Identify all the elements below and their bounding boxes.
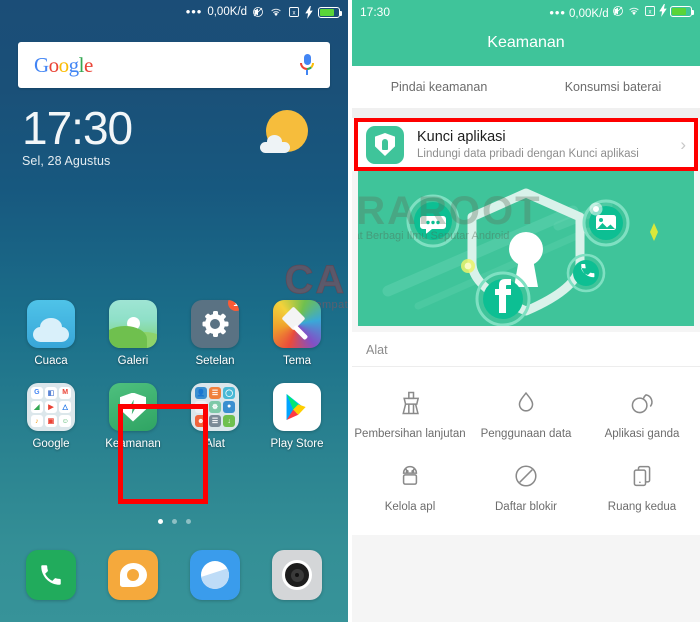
mute-icon	[612, 5, 624, 17]
weather-sun-cloud-icon	[260, 110, 308, 156]
section-gap	[352, 108, 700, 118]
highlight-box-kunci-aplikasi	[354, 118, 698, 171]
notification-dots-icon: •••	[185, 4, 203, 19]
google-logo: Google	[34, 52, 93, 77]
status-clock: 17:30	[360, 5, 391, 19]
security-status-bar: 17:30 ••• 0,00K/d x	[352, 0, 700, 24]
tool-aplikasi-ganda[interactable]: Aplikasi ganda	[584, 389, 700, 440]
shield-illustration: CARAROOT Tempat Berbagi Ilmu Seputar And…	[358, 171, 694, 326]
tab-konsumsi-baterai[interactable]: Konsumsi baterai	[526, 80, 700, 94]
home-status-bar: ••• 0,00K/d x	[0, 0, 348, 24]
home-screen-panel: ••• 0,00K/d x Google 17:30 Sel, 28 Agust…	[0, 0, 348, 622]
app-galeri[interactable]: Galeri	[92, 300, 174, 367]
app-tema[interactable]: Tema	[256, 300, 338, 367]
dock-browser-icon[interactable]	[190, 550, 240, 600]
tool-kelola-apl[interactable]: Kelola apl	[352, 462, 468, 513]
tools-grid: Pembersihan lanjutan Penggunaan data Apl…	[352, 367, 700, 535]
no-sim-icon: x	[288, 6, 300, 18]
gallery-app-icon	[109, 300, 157, 348]
highlight-box-keamanan	[118, 404, 208, 504]
app-cuaca[interactable]: Cuaca	[10, 300, 92, 367]
clock-date: Sel, 28 Agustus	[22, 154, 111, 168]
page-dot-3[interactable]	[185, 519, 191, 524]
microphone-icon[interactable]	[300, 54, 314, 76]
notification-badge: 1	[228, 300, 239, 311]
app-label: Google	[32, 438, 70, 450]
svg-text:x: x	[648, 9, 651, 15]
google-search-widget[interactable]: Google	[18, 42, 330, 88]
shield-illustration-svg	[382, 188, 658, 326]
themes-app-icon	[273, 300, 321, 348]
weather-app-icon	[27, 300, 75, 348]
tool-label: Kelola apl	[384, 501, 436, 513]
tool-label: Ruang kedua	[607, 501, 677, 513]
dual-apps-icon	[631, 394, 653, 414]
svg-text:x: x	[293, 10, 296, 16]
app-setelan[interactable]: 1 Setelan	[174, 300, 256, 367]
tool-label: Daftar blokir	[495, 501, 557, 513]
charging-icon	[659, 4, 667, 17]
charging-icon	[305, 5, 313, 19]
home-dock	[0, 550, 348, 600]
tool-label: Pembersihan lanjutan	[354, 428, 466, 440]
tool-pembersihan-lanjutan[interactable]: Pembersihan lanjutan	[352, 389, 468, 440]
tool-penggunaan-data[interactable]: Penggunaan data	[468, 389, 584, 440]
tool-label: Aplikasi ganda	[604, 428, 680, 440]
network-speed-label: 0,00K/d	[207, 6, 247, 18]
page-dot-1[interactable]	[157, 519, 163, 524]
app-label: Alat	[205, 438, 225, 450]
security-tabs: Pindai keamanan Konsumsi baterai	[352, 66, 700, 108]
tool-label: Penggunaan data	[480, 428, 572, 440]
watermark-main: CARAROOT	[284, 258, 348, 303]
tab-pindai-keamanan[interactable]: Pindai keamanan	[352, 80, 526, 94]
dual-screenshot: ••• 0,00K/d x Google 17:30 Sel, 28 Agust…	[0, 0, 700, 622]
network-speed-label: 0,00K/d	[569, 8, 609, 20]
wifi-icon	[269, 6, 283, 18]
second-space-icon	[633, 465, 651, 487]
page-indicator[interactable]	[0, 519, 348, 524]
tools-row-1: Pembersihan lanjutan Penggunaan data Apl…	[352, 381, 700, 454]
dock-phone-icon[interactable]	[26, 550, 76, 600]
no-sim-icon: x	[644, 5, 656, 17]
app-label: Play Store	[270, 438, 324, 450]
google-folder-icon: G ◧ M ◢ ▶ △ ♪ ▣ ☺	[27, 383, 75, 431]
app-google-folder[interactable]: G ◧ M ◢ ▶ △ ♪ ▣ ☺ Google	[10, 383, 92, 450]
app-row-1: Cuaca Galeri 1 Setelan Tema	[0, 300, 348, 367]
tools-row-2: Kelola apl Daftar blokir Ruang kedua	[352, 454, 700, 527]
dock-messages-icon[interactable]	[108, 550, 158, 600]
tool-ruang-kedua[interactable]: Ruang kedua	[584, 462, 700, 513]
android-robot-icon	[402, 465, 418, 485]
battery-icon	[318, 6, 343, 18]
clock-weather-widget[interactable]: 17:30 Sel, 28 Agustus	[22, 104, 348, 168]
battery-icon	[670, 6, 695, 17]
notification-dots-icon: •••	[549, 5, 566, 20]
kunci-aplikasi-card-wrap: Kunci aplikasi Lindungi data pribadi den…	[352, 118, 700, 171]
app-label: Setelan	[195, 355, 235, 367]
app-label: Cuaca	[34, 355, 68, 367]
security-header: 17:30 ••• 0,00K/d x Keamanan	[352, 0, 700, 66]
wifi-icon	[627, 5, 641, 17]
app-label: Tema	[282, 355, 312, 367]
play-store-icon	[273, 383, 321, 431]
app-label: Galeri	[117, 355, 149, 367]
page-dot-2[interactable]	[171, 519, 177, 524]
tool-daftar-blokir[interactable]: Daftar blokir	[468, 462, 584, 513]
mute-icon	[252, 6, 264, 18]
security-app-panel: 17:30 ••• 0,00K/d x Keamanan Pindai keam…	[352, 0, 700, 622]
page-title: Keamanan	[487, 34, 565, 51]
water-drop-icon	[518, 391, 534, 412]
tools-section-header: Alat	[352, 332, 700, 367]
broom-icon	[402, 391, 420, 415]
dock-camera-icon[interactable]	[272, 550, 322, 600]
app-play-store[interactable]: Play Store	[256, 383, 338, 450]
settings-app-icon: 1	[191, 300, 239, 348]
block-circle-icon	[515, 465, 537, 487]
